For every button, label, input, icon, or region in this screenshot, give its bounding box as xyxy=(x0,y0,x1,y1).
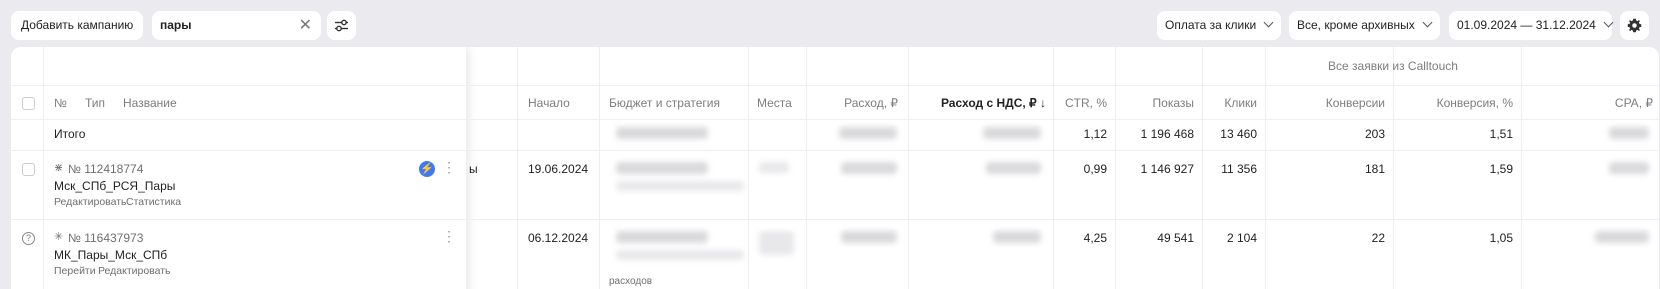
filter-settings-button[interactable] xyxy=(327,11,356,40)
hidden-budget xyxy=(616,162,708,174)
total-impressions: 1 196 468 xyxy=(1140,127,1194,141)
hidden-strategy xyxy=(616,181,744,191)
row2-start-date: 06.12.2024 xyxy=(528,231,589,245)
row1-campaign-name[interactable]: Мск_СПб_РСЯ_Пары xyxy=(54,179,175,193)
column-header-budget[interactable]: Бюджет и стратегия xyxy=(609,96,720,110)
hidden-cpa xyxy=(1595,231,1649,243)
row2-conversion-rate: 1,05 xyxy=(1489,231,1513,245)
column-divider xyxy=(806,47,807,289)
search-value: пары xyxy=(160,18,192,32)
sliders-icon xyxy=(335,19,348,32)
toolbar: Добавить кампанию пары ✕ Оплата за клики… xyxy=(0,0,1660,50)
column-header-spend-vat-sorted[interactable]: Расход с НДС, ₽ ↓ xyxy=(908,96,1046,110)
column-divider xyxy=(1521,47,1522,289)
status-filter-dropdown[interactable]: Все, кроме архивных xyxy=(1289,11,1440,40)
column-divider xyxy=(599,47,600,289)
hidden-spend-vat-total xyxy=(983,127,1041,139)
gear-icon xyxy=(1627,18,1642,33)
hidden-cpa-total xyxy=(1609,127,1649,139)
hidden-budget-total xyxy=(616,127,708,139)
payment-type-dropdown[interactable]: Оплата за клики xyxy=(1157,11,1281,40)
more-options-icon[interactable]: ⋮ xyxy=(442,228,456,245)
row1-checkbox[interactable] xyxy=(22,163,35,176)
row2-conversions: 22 xyxy=(1371,231,1385,245)
column-header-clicks[interactable]: Клики xyxy=(1202,96,1257,110)
hidden-places xyxy=(759,231,794,255)
chevron-down-icon xyxy=(1263,17,1274,28)
hidden-spend-total xyxy=(839,127,897,139)
hidden-spend xyxy=(841,231,897,243)
date-range-picker[interactable]: 01.09.2024 — 31.12.2024 xyxy=(1449,11,1614,40)
row2-clicks: 2 104 xyxy=(1226,231,1257,245)
row2-campaign-name[interactable]: МК_Пары_Мск_СПб xyxy=(54,248,167,262)
select-all-checkbox[interactable] xyxy=(22,97,35,110)
row-divider xyxy=(11,150,1659,151)
row1-clicks: 11 356 xyxy=(1221,162,1257,176)
column-header-number[interactable]: № xyxy=(54,96,67,110)
row2-edit-link[interactable]: Редактировать xyxy=(98,265,171,277)
hidden-strategy xyxy=(616,250,744,260)
total-ctr: 1,12 xyxy=(1083,127,1107,141)
hidden-spend-vat xyxy=(993,231,1041,243)
column-divider xyxy=(748,47,749,289)
hidden-spend-vat xyxy=(986,162,1041,174)
chevron-down-icon xyxy=(1603,17,1614,28)
column-header-name[interactable]: Название xyxy=(123,96,177,110)
network-icon: ⋇ xyxy=(54,162,64,174)
row1-edit-link[interactable]: Редактировать xyxy=(54,196,127,208)
column-header-conversion-rate[interactable]: Конверсия, % xyxy=(1393,96,1513,110)
column-divider xyxy=(43,47,44,289)
row-divider xyxy=(11,219,1659,220)
column-header-start[interactable]: Начало xyxy=(528,96,570,110)
hidden-spend xyxy=(841,162,897,174)
add-campaign-button[interactable]: Добавить кампанию xyxy=(11,11,143,40)
row-divider xyxy=(11,85,1659,86)
hidden-cpa xyxy=(1609,162,1649,174)
row1-stats-link[interactable]: Статистика xyxy=(126,196,181,208)
total-clicks: 13 460 xyxy=(1220,127,1257,141)
total-row-label: Итого xyxy=(54,127,86,141)
column-header-type[interactable]: Тип xyxy=(85,96,105,110)
column-header-impressions[interactable]: Показы xyxy=(1115,96,1194,110)
column-header-ctr[interactable]: CTR, % xyxy=(1053,96,1107,110)
row1-campaign-number: № 112418774 xyxy=(68,162,144,176)
campaign-table: Все заявки из Calltouch Начало Бюджет и … xyxy=(11,47,1659,289)
settings-button[interactable] xyxy=(1620,11,1649,40)
payment-type-value: Оплата за клики xyxy=(1165,18,1257,32)
hidden-budget xyxy=(616,231,708,243)
search-input[interactable]: пары ✕ xyxy=(152,11,321,40)
more-options-icon[interactable]: ⋮ xyxy=(442,159,456,176)
status-filter-value: Все, кроме архивных xyxy=(1297,18,1415,32)
calltouch-group-header: Все заявки из Calltouch xyxy=(1328,59,1458,73)
row1-impressions: 1 146 927 xyxy=(1140,162,1194,176)
total-conversion-rate: 1,51 xyxy=(1489,127,1513,141)
date-range-value: 01.09.2024 — 31.12.2024 xyxy=(1457,18,1596,32)
total-conversions: 203 xyxy=(1364,127,1385,141)
column-header-conversions[interactable]: Конверсии xyxy=(1265,96,1385,110)
row1-ctr: 0,99 xyxy=(1083,162,1107,176)
row1-start-date: 19.06.2024 xyxy=(528,162,589,176)
row2-budget-note: расходов xyxy=(609,276,653,287)
row1-conversion-rate: 1,59 xyxy=(1489,162,1513,176)
hidden-places xyxy=(759,162,789,173)
column-header-spend[interactable]: Расход, ₽ xyxy=(806,96,898,110)
lightning-icon[interactable]: ⚡ xyxy=(419,161,435,177)
row1-name-overflow: ы xyxy=(469,162,478,176)
sparkle-icon: ✳ xyxy=(54,231,64,243)
chevron-down-icon xyxy=(1422,17,1433,28)
row2-open-link[interactable]: Перейти xyxy=(54,265,96,277)
column-divider xyxy=(517,47,518,289)
column-header-cpa[interactable]: CPA, ₽ xyxy=(1521,96,1653,110)
column-header-places[interactable]: Места xyxy=(757,96,792,110)
row2-campaign-number: № 116437973 xyxy=(68,231,144,245)
sticky-campaign-column: № Тип Название Итого ⋇ № 112418774 Мск_С… xyxy=(11,47,1659,289)
row2-impressions: 49 541 xyxy=(1157,231,1194,245)
question-icon[interactable]: ? xyxy=(22,232,35,245)
row1-conversions: 181 xyxy=(1364,162,1385,176)
row2-ctr: 4,25 xyxy=(1083,231,1107,245)
row-divider xyxy=(11,119,1659,120)
clear-search-icon[interactable]: ✕ xyxy=(299,11,312,40)
column-divider xyxy=(908,47,909,289)
